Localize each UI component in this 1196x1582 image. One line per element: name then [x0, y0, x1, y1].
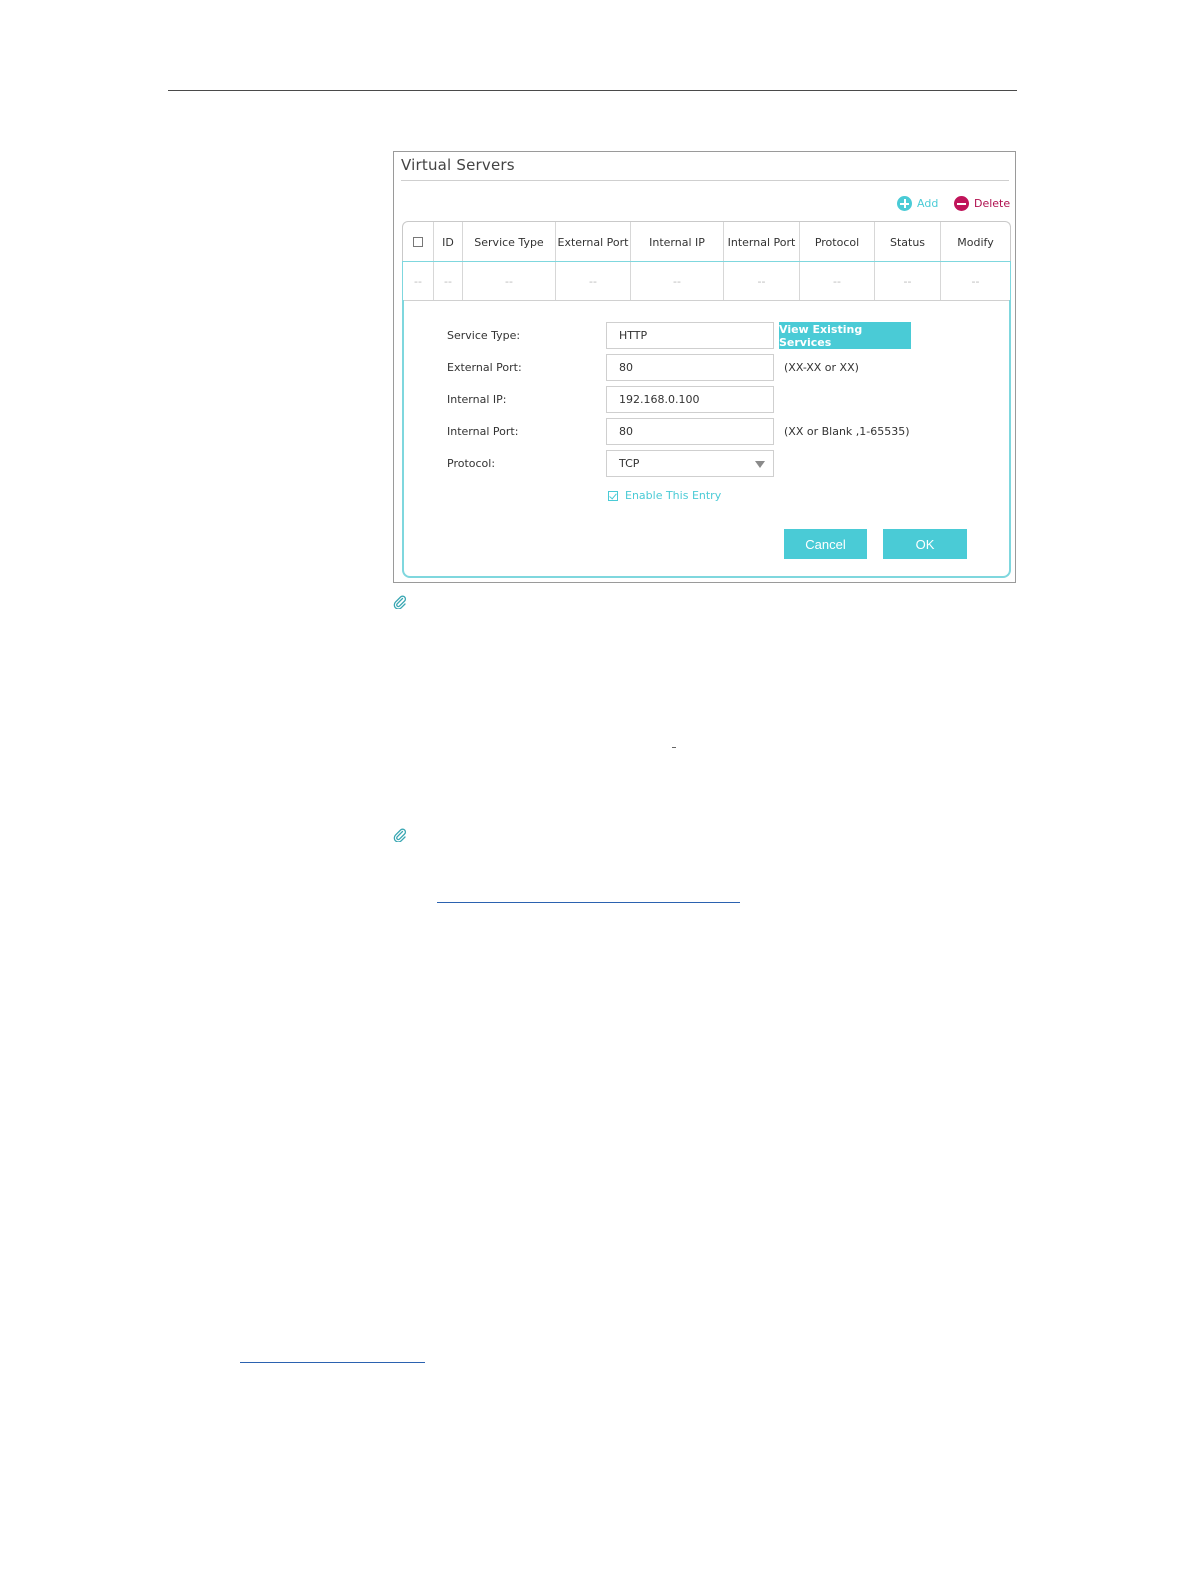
external-port-input[interactable]: 80 [606, 354, 774, 381]
row-cell-external-port: -- [556, 262, 631, 300]
row-cell-select: -- [403, 262, 434, 300]
text-mark [672, 747, 676, 748]
header-id: ID [434, 222, 463, 262]
paperclip-icon [393, 595, 407, 609]
header-status: Status [875, 222, 941, 262]
hyperlink-underline[interactable] [437, 902, 740, 903]
checkbox-checked-icon [608, 490, 618, 501]
header-protocol: Protocol [800, 222, 875, 262]
page-header-rule [168, 90, 1017, 91]
row-cell-service-type: -- [463, 262, 556, 300]
row-cell-internal-port: -- [724, 262, 800, 300]
row-cell-protocol: -- [800, 262, 875, 300]
minus-circle-icon [954, 196, 969, 211]
external-port-label: External Port: [447, 361, 522, 374]
panel-title-divider [401, 180, 1009, 181]
panel-title: Virtual Servers [401, 156, 515, 174]
plus-circle-icon [897, 196, 912, 211]
internal-port-hint: (XX or Blank ,1-65535) [784, 425, 910, 438]
enable-entry-checkbox[interactable]: Enable This Entry [608, 489, 721, 502]
header-external-port: External Port [556, 222, 631, 262]
internal-port-label: Internal Port: [447, 425, 519, 438]
header-select-all-cell [403, 222, 434, 262]
add-label: Add [917, 197, 939, 210]
header-internal-port: Internal Port [724, 222, 800, 262]
cancel-button[interactable]: Cancel [784, 529, 867, 559]
select-all-checkbox[interactable] [413, 237, 423, 247]
hyperlink-underline[interactable] [240, 1362, 425, 1363]
header-modify: Modify [957, 235, 994, 249]
header-internal-ip: Internal IP [631, 222, 724, 262]
protocol-select[interactable]: TCP [606, 450, 774, 477]
virtual-servers-table: ID Service Type External Port Internal I… [402, 221, 1011, 301]
internal-ip-input[interactable]: 192.168.0.100 [606, 386, 774, 413]
add-button[interactable]: Add [897, 196, 938, 211]
protocol-label: Protocol: [447, 457, 496, 470]
paperclip-icon [393, 828, 407, 842]
virtual-servers-panel: Virtual Servers Add Delete ID Service Ty… [393, 151, 1016, 583]
table-header-row: ID Service Type External Port Internal I… [402, 221, 1011, 262]
ok-button[interactable]: OK [883, 529, 967, 559]
row-cell-id: -- [434, 262, 463, 300]
service-type-input[interactable]: HTTP [606, 322, 774, 349]
delete-button[interactable]: Delete [954, 196, 1010, 211]
view-existing-services-button[interactable]: View Existing Services [779, 322, 911, 349]
row-cell-status: -- [875, 262, 941, 300]
protocol-selected-value: TCP [619, 457, 640, 470]
row-cell-internal-ip: -- [631, 262, 724, 300]
internal-ip-label: Internal IP: [447, 393, 507, 406]
row-cell-modify: -- [971, 274, 980, 288]
external-port-hint: (XX-XX or XX) [784, 361, 859, 374]
internal-port-input[interactable]: 80 [606, 418, 774, 445]
enable-entry-label: Enable This Entry [625, 489, 722, 502]
table-row: -- -- -- -- -- -- -- -- -- [402, 261, 1011, 301]
delete-label: Delete [974, 197, 1011, 210]
chevron-down-icon [755, 461, 765, 468]
service-type-label: Service Type: [447, 329, 521, 342]
header-service-type: Service Type [463, 222, 556, 262]
